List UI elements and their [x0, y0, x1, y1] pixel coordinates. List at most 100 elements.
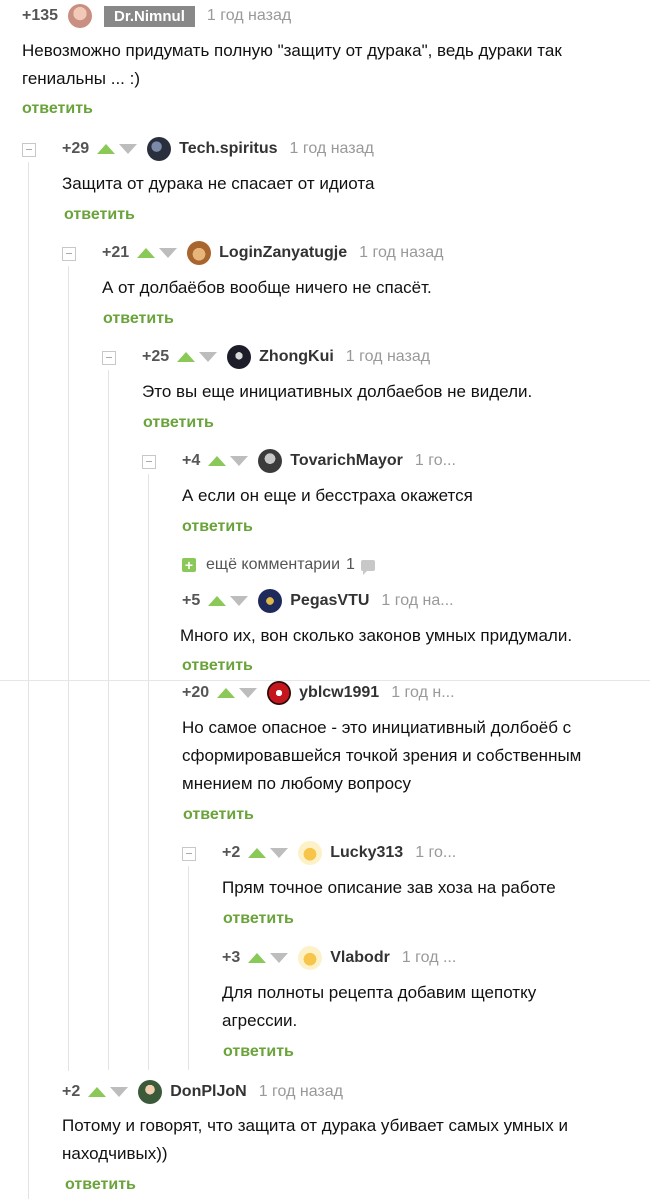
- comment-text: Много их, вон сколько законов умных прид…: [180, 626, 573, 645]
- username[interactable]: DonPlJoN: [170, 1083, 246, 1101]
- upvote-icon[interactable]: [248, 848, 267, 858]
- comment-header: +135 Dr.Nimnul 1 год назад: [22, 4, 291, 28]
- comment-rating: +4: [182, 452, 201, 469]
- timestamp[interactable]: 1 год назад: [346, 348, 430, 366]
- upvote-icon[interactable]: [208, 456, 227, 466]
- comment-header: +4 TovarichMayor 1 го...: [182, 449, 456, 473]
- comment-header: +2 DonPlJoN 1 год назад: [62, 1080, 343, 1104]
- comment-header: +21 LoginZanyatugje 1 год назад: [102, 241, 443, 265]
- timestamp[interactable]: 1 год назад: [259, 1083, 343, 1101]
- reply-link[interactable]: ответить: [182, 657, 253, 675]
- reply-link[interactable]: ответить: [223, 1043, 294, 1061]
- timestamp[interactable]: 1 год назад: [207, 7, 291, 25]
- upvote-icon[interactable]: [217, 688, 236, 698]
- collapse-toggle[interactable]: [62, 247, 76, 261]
- reply-link[interactable]: ответить: [65, 1176, 136, 1194]
- upvote-icon[interactable]: [97, 144, 116, 154]
- username[interactable]: PegasVTU: [290, 592, 369, 610]
- username[interactable]: Tech.spiritus: [179, 140, 277, 158]
- comment-header: +3 Vlabodr 1 год ...: [222, 946, 456, 970]
- collapse-toggle[interactable]: [142, 455, 156, 469]
- comment-text: Это вы еще инициативных долбаебов не вид…: [142, 382, 533, 401]
- expand-plus-icon: +: [182, 558, 196, 572]
- comment-rating: +21: [102, 244, 130, 261]
- comment-header: +25 ZhongKui 1 год назад: [142, 345, 430, 369]
- downvote-icon[interactable]: [230, 456, 249, 466]
- comment-rating: +2: [222, 844, 241, 861]
- collapse-toggle[interactable]: [22, 143, 36, 157]
- reply-link[interactable]: ответить: [143, 414, 214, 432]
- thread-line: [188, 866, 189, 1070]
- upvote-icon[interactable]: [177, 352, 196, 362]
- comment-text: Потому и говорят, что защита от дурака у…: [62, 1116, 568, 1163]
- thread-line: [148, 474, 149, 1070]
- user-avatar[interactable]: [258, 449, 283, 473]
- user-avatar[interactable]: [267, 681, 292, 705]
- upvote-icon[interactable]: [208, 596, 227, 606]
- upvote-icon[interactable]: [88, 1087, 107, 1097]
- reply-link[interactable]: ответить: [183, 806, 254, 824]
- downvote-icon[interactable]: [270, 848, 289, 858]
- downvote-icon[interactable]: [239, 688, 258, 698]
- user-avatar[interactable]: [138, 1080, 163, 1104]
- user-avatar[interactable]: [187, 241, 212, 265]
- collapse-toggle[interactable]: [182, 847, 196, 861]
- comment-rating: +25: [142, 348, 170, 365]
- reply-link[interactable]: ответить: [182, 518, 253, 536]
- thread-line: [108, 370, 109, 1070]
- downvote-icon[interactable]: [230, 596, 249, 606]
- thread-line: [68, 266, 69, 1071]
- comment-rating: +20: [182, 684, 210, 701]
- timestamp[interactable]: 1 год на...: [381, 592, 453, 610]
- comment-text: Невозможно придумать полную "защиту от д…: [22, 41, 562, 88]
- username[interactable]: Vlabodr: [330, 949, 390, 967]
- upvote-icon[interactable]: [137, 248, 156, 258]
- upvote-icon[interactable]: [248, 953, 267, 963]
- reply-link[interactable]: ответить: [223, 910, 294, 928]
- username[interactable]: yblcw1991: [299, 684, 379, 702]
- comment-header: +5 PegasVTU 1 год на...: [182, 589, 454, 613]
- downvote-icon[interactable]: [270, 953, 289, 963]
- username[interactable]: LoginZanyatugje: [219, 244, 347, 262]
- comment-text: А от долбаёбов вообще ничего не спасёт.: [102, 278, 432, 297]
- more-comments-button[interactable]: + ещё комментарии 1: [182, 556, 375, 575]
- comment-rating: +5: [182, 592, 201, 609]
- user-avatar[interactable]: [298, 841, 323, 865]
- timestamp[interactable]: 1 го...: [415, 844, 456, 862]
- timestamp[interactable]: 1 год назад: [290, 140, 374, 158]
- username[interactable]: Lucky313: [330, 844, 403, 862]
- user-avatar[interactable]: [227, 345, 252, 369]
- user-avatar[interactable]: [68, 4, 93, 28]
- reply-link[interactable]: ответить: [103, 310, 174, 328]
- downvote-icon[interactable]: [199, 352, 218, 362]
- timestamp[interactable]: 1 го...: [415, 452, 456, 470]
- comment-rating: +3: [222, 949, 241, 966]
- user-avatar[interactable]: [147, 137, 172, 161]
- comment-header: +20 yblcw1991 1 год н...: [182, 681, 455, 705]
- comment-header: +2 Lucky313 1 го...: [222, 841, 456, 865]
- comment-text: Но самое опасное - это инициативный долб…: [182, 718, 582, 793]
- downvote-icon[interactable]: [119, 144, 138, 154]
- more-comments-count: 1: [346, 556, 355, 573]
- comment-rating: +29: [62, 140, 90, 157]
- user-avatar[interactable]: [298, 946, 323, 970]
- downvote-icon[interactable]: [159, 248, 178, 258]
- comment-rating: +135: [22, 7, 59, 24]
- more-comments-label: ещё комментарии: [206, 556, 341, 573]
- comment-text: А если он еще и бесстраха окажется: [182, 486, 473, 505]
- reply-link[interactable]: ответить: [22, 100, 93, 118]
- downvote-icon[interactable]: [110, 1087, 129, 1097]
- timestamp[interactable]: 1 год ...: [402, 949, 457, 967]
- username[interactable]: ZhongKui: [259, 348, 334, 366]
- username[interactable]: TovarichMayor: [290, 452, 403, 470]
- comment-bubble-icon: [360, 559, 375, 575]
- timestamp[interactable]: 1 год назад: [359, 244, 443, 262]
- reply-link[interactable]: ответить: [64, 206, 135, 224]
- user-avatar[interactable]: [258, 589, 283, 613]
- timestamp[interactable]: 1 год н...: [391, 684, 454, 702]
- comment-text: Прям точное описание зав хоза на работе: [222, 878, 556, 897]
- comment-text: Защита от дурака не спасает от идиота: [62, 174, 375, 193]
- comment-text: Для полноты рецепта добавим щепотку агре…: [222, 983, 537, 1030]
- collapse-toggle[interactable]: [102, 351, 116, 365]
- username[interactable]: Dr.Nimnul: [104, 5, 195, 27]
